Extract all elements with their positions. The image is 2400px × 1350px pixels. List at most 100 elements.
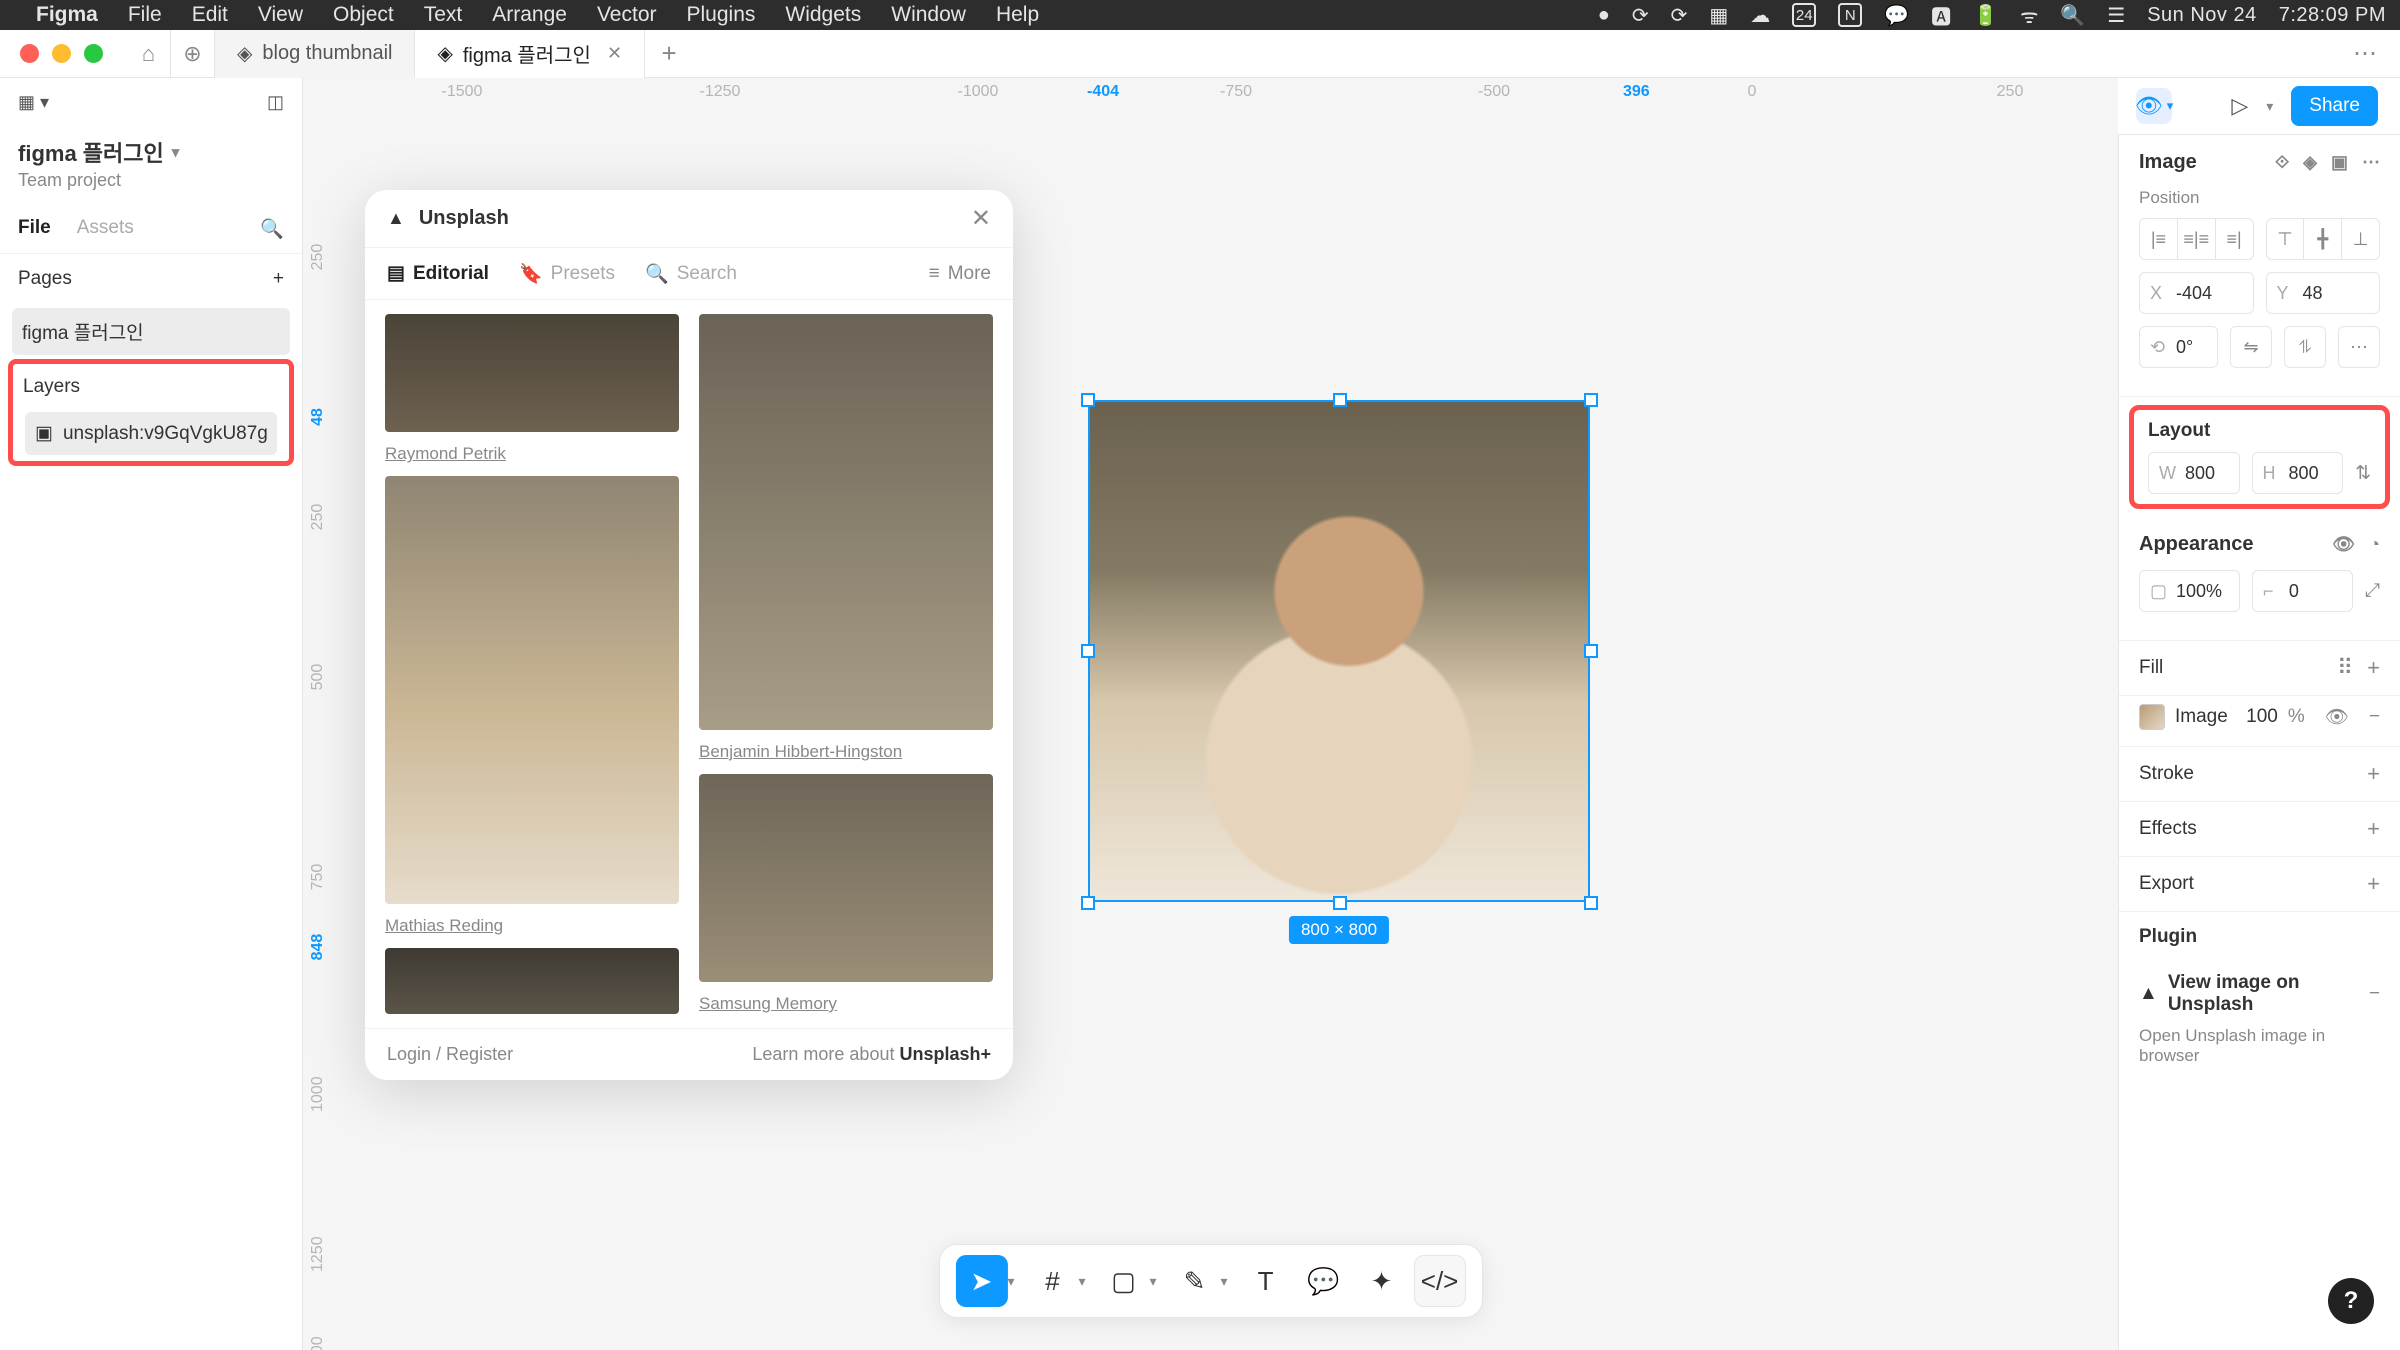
- login-register-link[interactable]: Login / Register: [387, 1044, 513, 1065]
- rotation-input[interactable]: ⟲0°: [2139, 326, 2218, 368]
- grid-icon[interactable]: ▦: [1709, 3, 1728, 28]
- selection-handle[interactable]: [1584, 896, 1598, 910]
- photo-credit[interactable]: Raymond Petrik: [385, 444, 679, 464]
- fill-styles-icon[interactable]: ⠿: [2337, 655, 2353, 681]
- selection-handle[interactable]: [1081, 896, 1095, 910]
- add-stroke-icon[interactable]: +: [2367, 761, 2380, 787]
- menu-view[interactable]: View: [258, 3, 303, 27]
- maximize-window-button[interactable]: [84, 44, 103, 63]
- width-input[interactable]: W800: [2148, 452, 2240, 494]
- effects-row[interactable]: Effects+: [2119, 802, 2400, 857]
- more-transform-icon[interactable]: ⋯: [2338, 326, 2380, 368]
- menu-edit[interactable]: Edit: [192, 3, 228, 27]
- photo-credit[interactable]: Samsung Memory: [699, 994, 993, 1014]
- menu-window[interactable]: Window: [891, 3, 966, 27]
- learn-more-link[interactable]: Learn more about Unsplash+: [752, 1044, 991, 1065]
- menu-help[interactable]: Help: [996, 3, 1039, 27]
- battery-icon[interactable]: 🔋: [1973, 3, 1998, 28]
- dev-mode-tool[interactable]: </>: [1414, 1255, 1466, 1307]
- titlebar-more-icon[interactable]: ⋯: [2353, 39, 2380, 68]
- menu-arrange[interactable]: Arrange: [492, 3, 567, 27]
- blend-icon[interactable]: ◔: [2369, 534, 2380, 555]
- close-modal-icon[interactable]: ✕: [971, 204, 991, 233]
- close-window-button[interactable]: [20, 44, 39, 63]
- new-tab-button[interactable]: +: [645, 38, 693, 69]
- photo-thumb[interactable]: [385, 314, 679, 432]
- visibility-icon[interactable]: 👁: [2332, 534, 2355, 555]
- chat-icon[interactable]: 💬: [1884, 3, 1909, 28]
- lang-icon[interactable]: 🅰: [1931, 1, 1951, 30]
- project-title[interactable]: figma 플러그인 ▾: [0, 126, 302, 170]
- tab-blog-thumbnail[interactable]: ◈ blog thumbnail: [215, 30, 415, 78]
- caret-icon[interactable]: ▾: [1078, 1273, 1085, 1290]
- selection-handle[interactable]: [1584, 644, 1598, 658]
- flip-h-icon[interactable]: ⇋: [2230, 326, 2272, 368]
- tab-file[interactable]: File: [18, 217, 51, 241]
- text-tool[interactable]: T: [1240, 1255, 1292, 1307]
- modal-body[interactable]: Raymond Petrik Mathias Reding Benjamin H…: [365, 300, 1013, 1028]
- cloud-icon[interactable]: ☁: [1750, 3, 1770, 28]
- community-icon[interactable]: ⊕: [171, 30, 215, 78]
- menu-file[interactable]: File: [128, 3, 162, 27]
- actions-tool[interactable]: ✦: [1356, 1255, 1408, 1307]
- spotlight-icon[interactable]: 🔍: [2060, 3, 2085, 28]
- wifi-icon[interactable]: ᯤ: [2020, 2, 2038, 29]
- selection-handle[interactable]: [1584, 393, 1598, 407]
- refresh2-icon[interactable]: ⟳: [1671, 3, 1688, 28]
- menu-app[interactable]: Figma: [36, 3, 98, 27]
- frame-sel-icon[interactable]: ▣: [2331, 152, 2348, 173]
- photo-thumb[interactable]: [385, 948, 679, 1014]
- opacity-input[interactable]: ▢100%: [2139, 570, 2240, 612]
- modal-tab-search[interactable]: 🔍Search: [645, 262, 737, 286]
- photo-thumb[interactable]: [699, 774, 993, 982]
- add-export-icon[interactable]: +: [2367, 871, 2380, 897]
- menu-plugins[interactable]: Plugins: [687, 3, 756, 27]
- y-input[interactable]: Y48: [2266, 272, 2381, 314]
- component-icon[interactable]: ◈: [2303, 152, 2317, 173]
- frame-tool[interactable]: #: [1026, 1255, 1078, 1307]
- status-dot-icon[interactable]: ●: [1598, 4, 1610, 27]
- fill-visible-icon[interactable]: 👁: [2325, 705, 2349, 729]
- add-page-icon[interactable]: +: [273, 268, 284, 290]
- help-button[interactable]: ?: [2328, 1278, 2374, 1324]
- close-tab-icon[interactable]: ✕: [607, 43, 622, 64]
- fill-remove-icon[interactable]: −: [2369, 706, 2380, 728]
- modal-tab-editorial[interactable]: ▤Editorial: [387, 262, 489, 285]
- canvas-selected-image[interactable]: [1088, 400, 1590, 902]
- selection-handle[interactable]: [1081, 644, 1095, 658]
- fill-swatch[interactable]: [2139, 704, 2165, 730]
- menu-vector[interactable]: Vector: [597, 3, 657, 27]
- photo-credit[interactable]: Mathias Reding: [385, 916, 679, 936]
- comment-tool[interactable]: 💬: [1298, 1255, 1350, 1307]
- menubar-date[interactable]: Sun Nov 24: [2147, 4, 2257, 27]
- modal-more[interactable]: ≡More: [929, 263, 991, 285]
- menu-object[interactable]: Object: [333, 3, 394, 27]
- tab-assets[interactable]: Assets: [77, 217, 134, 241]
- caret-icon[interactable]: ▾: [1221, 1273, 1228, 1290]
- stroke-row[interactable]: Stroke+: [2119, 747, 2400, 802]
- selection-handle[interactable]: [1081, 393, 1095, 407]
- photo-thumb[interactable]: [385, 476, 679, 904]
- menu-widgets[interactable]: Widgets: [785, 3, 861, 27]
- x-input[interactable]: X-404: [2139, 272, 2254, 314]
- add-fill-icon[interactable]: +: [2367, 655, 2380, 681]
- minimize-window-button[interactable]: [52, 44, 71, 63]
- photo-thumb[interactable]: [699, 314, 993, 730]
- multiplayer-eye-icon[interactable]: 👁▾: [2136, 88, 2172, 124]
- height-input[interactable]: H800: [2252, 452, 2344, 494]
- tab-figma-plugin[interactable]: ◈ figma 플러그인 ✕: [415, 30, 645, 78]
- refresh-icon[interactable]: ⟳: [1632, 3, 1649, 28]
- expand-radius-icon[interactable]: ⤢: [2365, 580, 2380, 602]
- radius-input[interactable]: ⌐0: [2252, 570, 2353, 612]
- caret-icon[interactable]: ▾: [1150, 1273, 1157, 1290]
- selection-handle[interactable]: [1333, 393, 1347, 407]
- fill-opacity[interactable]: 100: [2246, 706, 2278, 728]
- page-row[interactable]: figma 플러그인: [12, 308, 290, 355]
- more-icon[interactable]: ⋯: [2362, 152, 2380, 173]
- minus-icon[interactable]: −: [2369, 983, 2380, 1005]
- pen-tool[interactable]: ✎: [1169, 1255, 1221, 1307]
- photo-credit[interactable]: Benjamin Hibbert-Hingston: [699, 742, 993, 762]
- home-icon[interactable]: ⌂: [127, 30, 171, 78]
- caret-icon[interactable]: ▾: [1007, 1273, 1014, 1290]
- present-caret-icon[interactable]: ▾: [2266, 98, 2273, 115]
